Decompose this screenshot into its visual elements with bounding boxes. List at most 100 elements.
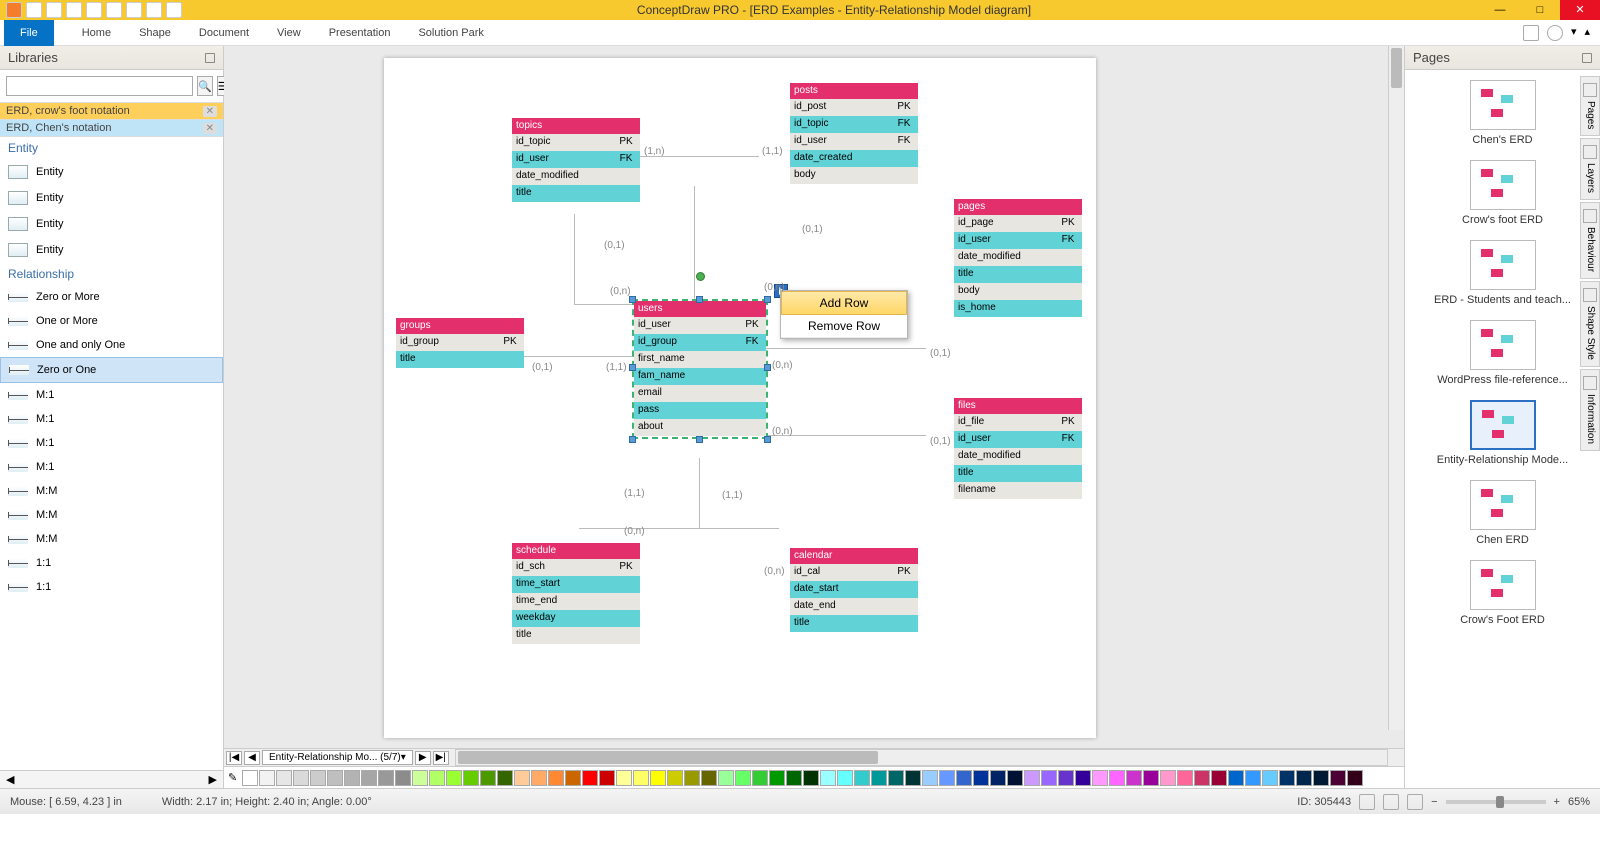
library-item-entity[interactable]: Entity bbox=[0, 237, 223, 263]
color-swatch[interactable] bbox=[293, 770, 309, 786]
prev-sheet-icon[interactable]: ◀ bbox=[244, 751, 260, 765]
fit-page-icon[interactable] bbox=[1383, 794, 1399, 810]
library-category-chen[interactable]: ERD, Chen's notation ✕ bbox=[0, 120, 223, 137]
erd-table-row[interactable]: date_created bbox=[790, 150, 918, 167]
expand-ribbon-icon[interactable]: ▴ bbox=[1584, 25, 1590, 41]
color-swatch[interactable] bbox=[769, 770, 785, 786]
qat-save-icon[interactable] bbox=[66, 2, 82, 18]
erd-table-row[interactable]: date_modified bbox=[512, 168, 640, 185]
library-item-relationship[interactable]: Zero or One bbox=[0, 357, 223, 383]
erd-table-row[interactable]: date_modified bbox=[954, 448, 1082, 465]
color-swatch[interactable] bbox=[633, 770, 649, 786]
library-item-relationship[interactable]: Zero or More bbox=[0, 285, 223, 309]
resize-handle[interactable] bbox=[764, 436, 771, 443]
page-thumbnail[interactable]: Crow's Foot ERD bbox=[1405, 556, 1600, 636]
close-icon[interactable]: ✕ bbox=[203, 123, 217, 134]
sheet-tab[interactable]: Entity-Relationship Mo... (5/7) ▾ bbox=[262, 750, 413, 765]
side-tab-information[interactable]: Information bbox=[1580, 369, 1600, 451]
zoom-in-icon[interactable]: + bbox=[1554, 796, 1560, 808]
library-item-relationship[interactable]: M:1 bbox=[0, 455, 223, 479]
erd-table-row[interactable]: id_userFK bbox=[954, 232, 1082, 249]
color-swatch[interactable] bbox=[497, 770, 513, 786]
color-swatch[interactable] bbox=[905, 770, 921, 786]
erd-table-pages[interactable]: pagesid_pagePKid_userFKdate_modifiedtitl… bbox=[954, 199, 1082, 317]
qat-copy-icon[interactable] bbox=[166, 2, 182, 18]
color-swatch[interactable] bbox=[1245, 770, 1261, 786]
drawing-canvas[interactable]: topicsid_topicPKid_userFKdate_modifiedti… bbox=[224, 46, 1404, 748]
color-swatch[interactable] bbox=[1126, 770, 1142, 786]
page-surface[interactable]: topicsid_topicPKid_userFKdate_modifiedti… bbox=[384, 58, 1096, 738]
side-tab-layers[interactable]: Layers bbox=[1580, 138, 1600, 200]
qat-undo-icon[interactable] bbox=[86, 2, 102, 18]
erd-table-calendar[interactable]: calendarid_calPKdate_startdate_endtitle bbox=[790, 548, 918, 632]
color-swatch[interactable] bbox=[242, 770, 258, 786]
erd-table-row[interactable]: title bbox=[954, 465, 1082, 482]
color-swatch[interactable] bbox=[701, 770, 717, 786]
pin-icon[interactable] bbox=[1582, 53, 1592, 63]
erd-table-posts[interactable]: postsid_postPKid_topicFKid_userFKdate_cr… bbox=[790, 83, 918, 184]
color-swatch[interactable] bbox=[735, 770, 751, 786]
pin-icon[interactable] bbox=[205, 53, 215, 63]
maximize-button[interactable]: □ bbox=[1520, 0, 1560, 20]
color-swatch[interactable] bbox=[854, 770, 870, 786]
erd-table-row[interactable]: title bbox=[954, 266, 1082, 283]
color-swatch[interactable] bbox=[1177, 770, 1193, 786]
library-item-relationship[interactable]: 1:1 bbox=[0, 575, 223, 599]
erd-table-row[interactable]: title bbox=[512, 185, 640, 202]
erd-table-row[interactable]: id_filePK bbox=[954, 414, 1082, 431]
qat-redo-icon[interactable] bbox=[106, 2, 122, 18]
color-swatch[interactable] bbox=[412, 770, 428, 786]
color-swatch[interactable] bbox=[1041, 770, 1057, 786]
color-swatch[interactable] bbox=[463, 770, 479, 786]
resize-handle[interactable] bbox=[696, 436, 703, 443]
erd-table-row[interactable]: body bbox=[790, 167, 918, 184]
color-swatch[interactable] bbox=[429, 770, 445, 786]
fit-width-icon[interactable] bbox=[1407, 794, 1423, 810]
color-swatch[interactable] bbox=[650, 770, 666, 786]
scroll-right-icon[interactable]: ▶ bbox=[209, 773, 217, 786]
color-swatch[interactable] bbox=[973, 770, 989, 786]
menu-shape[interactable]: Shape bbox=[139, 27, 171, 39]
qat-new-icon[interactable] bbox=[26, 2, 42, 18]
library-item-relationship[interactable]: M:M bbox=[0, 527, 223, 551]
color-swatch[interactable] bbox=[327, 770, 343, 786]
palette-dropper-icon[interactable]: ✎ bbox=[228, 771, 237, 784]
color-swatch[interactable] bbox=[1075, 770, 1091, 786]
color-swatch[interactable] bbox=[378, 770, 394, 786]
menu-solution-park[interactable]: Solution Park bbox=[418, 27, 483, 39]
library-item-entity[interactable]: Entity bbox=[0, 159, 223, 185]
color-swatch[interactable] bbox=[1228, 770, 1244, 786]
erd-table-row[interactable]: date_end bbox=[790, 598, 918, 615]
color-swatch[interactable] bbox=[1194, 770, 1210, 786]
erd-table-row[interactable]: id_groupPK bbox=[396, 334, 524, 351]
side-tab-shape-style[interactable]: Shape Style bbox=[1580, 281, 1600, 367]
erd-table-row[interactable]: id_topicPK bbox=[512, 134, 640, 151]
color-swatch[interactable] bbox=[1262, 770, 1278, 786]
next-sheet-icon[interactable]: ▶ bbox=[415, 751, 431, 765]
erd-table-row[interactable]: body bbox=[954, 283, 1082, 300]
erd-table-row[interactable]: weekday bbox=[512, 610, 640, 627]
resize-handle[interactable] bbox=[629, 436, 636, 443]
color-swatch[interactable] bbox=[1296, 770, 1312, 786]
color-swatch[interactable] bbox=[837, 770, 853, 786]
close-button[interactable]: ✕ bbox=[1560, 0, 1600, 20]
rotate-handle-icon[interactable] bbox=[696, 272, 705, 281]
color-swatch[interactable] bbox=[446, 770, 462, 786]
page-thumbnail[interactable]: Chen ERD bbox=[1405, 476, 1600, 556]
page-thumbnail[interactable]: WordPress file-reference... bbox=[1405, 316, 1600, 396]
qat-open-icon[interactable] bbox=[46, 2, 62, 18]
erd-table-row[interactable]: title bbox=[790, 615, 918, 632]
layout-icon[interactable] bbox=[1523, 25, 1539, 41]
color-swatch[interactable] bbox=[1092, 770, 1108, 786]
color-swatch[interactable] bbox=[1024, 770, 1040, 786]
color-swatch[interactable] bbox=[1160, 770, 1176, 786]
context-menu-remove-row[interactable]: Remove Row bbox=[781, 315, 907, 338]
color-swatch[interactable] bbox=[514, 770, 530, 786]
page-thumbnail[interactable]: Chen's ERD bbox=[1405, 76, 1600, 156]
qat-cut-icon[interactable] bbox=[146, 2, 162, 18]
color-swatch[interactable] bbox=[310, 770, 326, 786]
color-swatch[interactable] bbox=[1007, 770, 1023, 786]
side-tab-behaviour[interactable]: Behaviour bbox=[1580, 202, 1600, 279]
last-sheet-icon[interactable]: ▶| bbox=[433, 751, 449, 765]
color-swatch[interactable] bbox=[616, 770, 632, 786]
